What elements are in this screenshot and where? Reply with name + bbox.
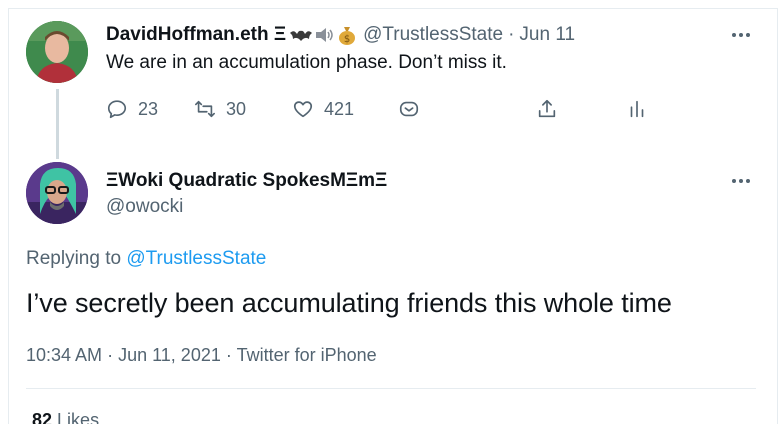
parent-tweet-text: We are in an accumulation phase. Don’t m… [106,52,507,73]
reply-icon [107,100,127,119]
parent-handle[interactable]: @TrustlessState [363,24,503,46]
parent-header: DavidHoffman.eth Ξ $ @TrustlessState · J… [106,24,575,46]
parent-separator: · [508,24,515,45]
stats-divider [26,388,756,389]
retweet-button[interactable]: 30 [194,98,246,120]
main-tweet-text: I’ve secretly been accumulating friends … [26,288,672,318]
like-button[interactable]: 421 [292,98,354,120]
replying-prefix: Replying to [26,248,122,269]
parent-avatar-image [26,21,88,83]
heart-icon [293,101,313,118]
speaker-icon [316,28,333,42]
parent-date[interactable]: Jun 11 [519,24,575,46]
tip-button[interactable] [398,98,420,120]
main-handle[interactable]: @owocki [106,196,183,218]
parent-actions-bar: 23 30 421 [106,98,666,128]
retweet-count: 30 [226,98,247,119]
likes-count: 82 [32,410,53,424]
main-more-icon[interactable] [728,176,754,186]
main-display-name[interactable]: ΞWoki Quadratic SpokesMΞmΞ [106,170,387,192]
likes-stat[interactable]: 82 Likes [32,410,99,424]
tweet-source[interactable]: Twitter for iPhone [237,345,377,365]
reply-button[interactable]: 23 [106,98,158,120]
likes-label: Likes [57,410,100,424]
analytics-icon [630,100,644,118]
meta-sep-2: · [225,345,232,365]
main-avatar[interactable] [26,162,88,224]
thread-connector-line [56,89,59,159]
tweet-time[interactable]: 10:34 AM [26,345,102,365]
bat-icon [290,30,313,41]
like-count: 421 [324,98,355,119]
retweet-icon [195,100,215,118]
tip-jar-icon [399,101,419,117]
meta-sep-1: · [107,345,114,365]
main-avatar-image [26,162,88,224]
parent-display-name[interactable]: DavidHoffman.eth Ξ [106,24,286,46]
reply-count: 23 [138,98,159,119]
parent-more-icon[interactable] [728,30,754,40]
share-button[interactable] [536,98,558,120]
parent-name-emojis: $ [289,24,357,46]
replying-handle-link[interactable]: @TrustlessState [126,248,266,269]
money-bag-icon: $ [339,27,356,45]
analytics-button[interactable] [626,98,648,120]
replying-to-line: Replying to @TrustlessState [26,248,266,270]
share-icon [538,99,556,118]
tweet-date[interactable]: Jun 11, 2021 [118,345,221,365]
tweet-timestamp-line: 10:34 AM · Jun 11, 2021 · Twitter for iP… [26,345,377,366]
parent-avatar[interactable] [26,21,88,83]
svg-text:$: $ [344,34,350,45]
